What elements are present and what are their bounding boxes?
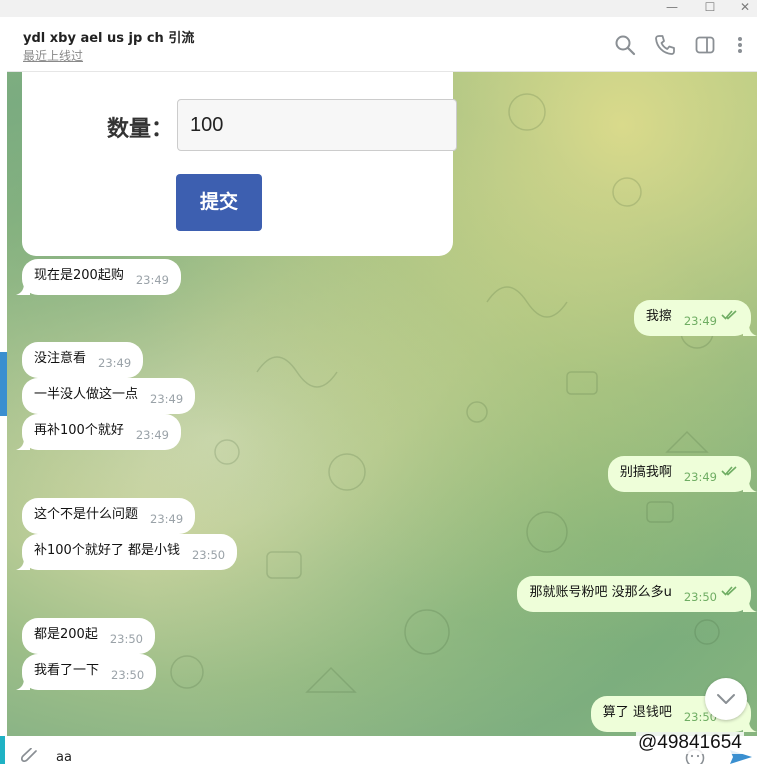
close-window-button[interactable]: ✕	[733, 0, 757, 15]
chat-history[interactable]: 数量： 100 提交 现在是200起购 23:49 我擦 23:49 没注意看 23:…	[7, 72, 757, 736]
read-receipt-icon	[721, 466, 737, 476]
message-outgoing[interactable]: 我擦 23:49	[633, 300, 757, 336]
message-text: 我看了一下	[34, 663, 100, 678]
phone-icon[interactable]	[654, 34, 676, 56]
message-outgoing[interactable]: 别搞我啊 23:49	[607, 456, 757, 492]
message-time: 23:50	[111, 668, 145, 682]
quantity-input[interactable]: 100	[177, 99, 457, 151]
bubble-tail-icon	[743, 324, 757, 336]
message-input[interactable]: aa	[56, 750, 72, 765]
read-receipt-icon	[721, 586, 737, 596]
message-text: 那就账号粉吧 没那么多u	[529, 585, 672, 600]
message-time: 23:49	[135, 428, 169, 442]
chat-list-selection-indicator	[0, 352, 7, 416]
message-text: 一半没人做这一点	[34, 387, 139, 402]
bubble-tail-icon	[743, 720, 757, 732]
message-text: 补100个就好了 都是小钱	[34, 543, 180, 558]
message-time: 23:50	[683, 590, 717, 604]
web-form-card: 数量： 100 提交	[22, 72, 457, 256]
window-titlebar: — ☐ ✕	[0, 0, 757, 17]
paperclip-icon[interactable]	[21, 748, 41, 764]
message-text: 这个不是什么问题	[34, 507, 139, 522]
message-text: 都是200起	[34, 627, 98, 642]
read-receipt-icon	[721, 310, 737, 320]
maximize-button[interactable]: ☐	[698, 0, 722, 15]
message-incoming[interactable]: 没注意看 23:49	[22, 342, 144, 378]
message-time: 23:49	[683, 470, 717, 484]
message-incoming[interactable]: 现在是200起购 23:49	[16, 259, 181, 295]
message-outgoing[interactable]: 那就账号粉吧 没那么多u 23:50	[517, 576, 757, 612]
bubble-tail-icon	[16, 678, 30, 690]
chat-header: ydl xby ael us jp ch 引流 最近上线过	[7, 17, 757, 72]
message-text: 再补100个就好	[34, 423, 124, 438]
bubble-tail-icon	[743, 480, 757, 492]
message-time: 23:49	[683, 314, 717, 328]
message-text: 我擦	[645, 309, 672, 324]
minimize-button[interactable]: —	[660, 0, 684, 15]
message-text: 没注意看	[34, 351, 87, 366]
message-incoming[interactable]: 补100个就好了 都是小钱 23:50	[16, 534, 238, 570]
message-incoming[interactable]: 再补100个就好 23:49	[16, 414, 181, 450]
chevron-down-icon	[717, 694, 735, 704]
message-time: 23:50	[109, 632, 143, 646]
bubble-tail-icon	[16, 283, 30, 295]
message-incoming[interactable]: 这个不是什么问题 23:49	[22, 498, 196, 534]
watermark: @49841654	[636, 732, 744, 754]
quantity-label: 数量：	[107, 117, 174, 142]
message-incoming[interactable]: 都是200起 23:50	[22, 618, 155, 654]
message-text: 现在是200起购	[34, 268, 124, 283]
message-text: 别搞我啊	[619, 465, 672, 480]
chat-list-indicator	[0, 736, 5, 764]
message-text: 算了 退钱吧	[602, 705, 672, 720]
chat-status: 最近上线过	[23, 49, 84, 63]
message-incoming[interactable]: 一半没人做这一点 23:49	[22, 378, 196, 414]
scroll-to-bottom-button[interactable]	[705, 678, 747, 720]
chat-title[interactable]: ydl xby ael us jp ch 引流	[23, 27, 194, 46]
bubble-tail-icon	[16, 558, 30, 570]
message-time: 23:49	[135, 273, 169, 287]
message-time: 23:49	[150, 512, 184, 526]
bubble-tail-icon	[743, 600, 757, 612]
message-time: 23:49	[150, 392, 184, 406]
bubble-tail-icon	[16, 438, 30, 450]
message-time: 23:49	[98, 356, 132, 370]
more-vertical-icon[interactable]	[729, 34, 751, 56]
message-time: 23:50	[191, 548, 226, 562]
message-incoming[interactable]: 我看了一下 23:50	[16, 654, 157, 690]
search-icon[interactable]	[614, 34, 636, 56]
sidebar-toggle-icon[interactable]	[694, 34, 716, 56]
submit-button[interactable]: 提交	[176, 174, 262, 231]
